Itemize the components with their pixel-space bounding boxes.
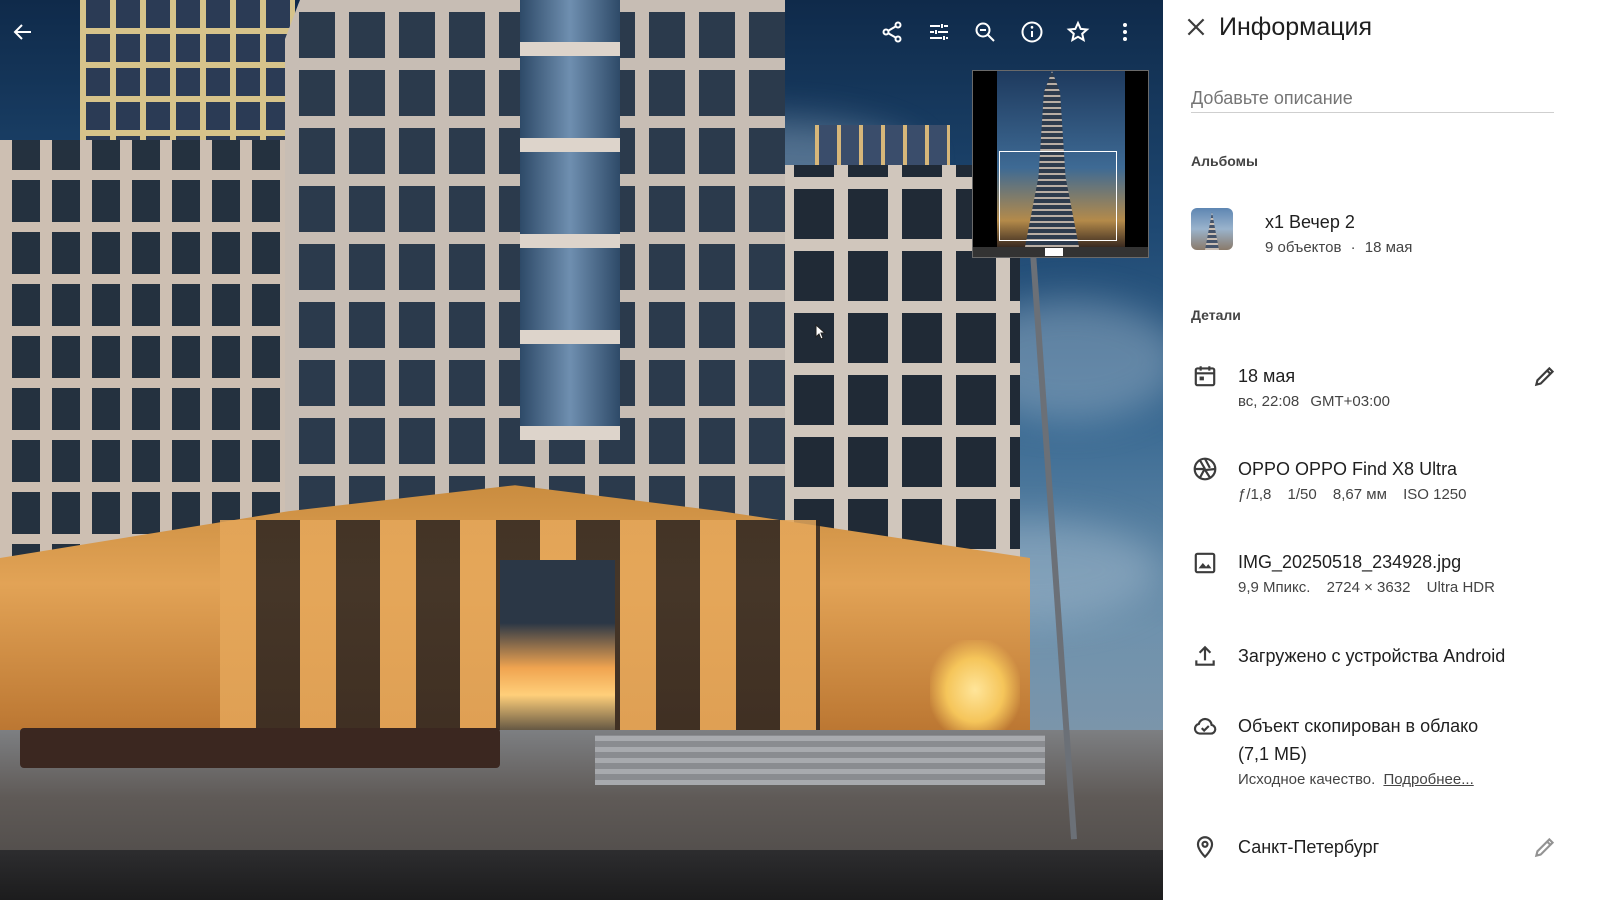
album-separator: · xyxy=(1350,239,1356,256)
photo-time: вс, 22:08 GMT+03:00 xyxy=(1238,393,1390,410)
camera-model: OPPO OPPO Find X8 Ultra xyxy=(1238,459,1458,479)
info-icon xyxy=(1021,21,1043,43)
close-icon xyxy=(1187,18,1205,36)
camera-focal-length: 8,67 мм xyxy=(1332,486,1387,503)
pencil-icon xyxy=(1534,837,1555,858)
camera-shutter: 1/50 xyxy=(1287,486,1317,503)
file-name: IMG_20250518_234928.jpg xyxy=(1238,552,1462,572)
photo-date: 18 мая xyxy=(1238,366,1296,386)
learn-more-link[interactable]: Подробнее... xyxy=(1383,771,1473,788)
location-name: Санкт-Петербург xyxy=(1238,837,1380,857)
upload-icon xyxy=(1192,643,1218,669)
flower-bed xyxy=(20,728,500,768)
share-icon xyxy=(882,21,902,43)
album-count: 9 объектов xyxy=(1265,239,1342,256)
description-input[interactable] xyxy=(1191,84,1554,113)
arrow-back-icon xyxy=(13,24,31,40)
info-panel: Информация Альбомы x1 Вечер 2 9 объектов… xyxy=(1163,0,1600,900)
photo-viewer[interactable] xyxy=(0,0,1163,900)
star-icon xyxy=(1066,20,1090,42)
photo-timezone: GMT+03:00 xyxy=(1310,393,1390,410)
album-thumbnail xyxy=(1191,208,1233,250)
aperture-icon xyxy=(1192,456,1218,482)
mouse-cursor-icon xyxy=(815,324,827,340)
album-item[interactable]: x1 Вечер 2 9 объектов · 18 мая xyxy=(1191,206,1541,260)
file-format: Ultra HDR xyxy=(1426,579,1495,596)
camera-settings: ƒ/1,8 1/50 8,67 мм ISO 1250 xyxy=(1238,486,1466,503)
cloud-done-icon xyxy=(1192,713,1218,739)
building-glass-corner xyxy=(520,0,620,440)
cloud-quality: Исходное качество. xyxy=(1238,771,1376,788)
panel-title: Информация xyxy=(1219,13,1373,41)
entrance-steps xyxy=(595,735,1045,785)
minimap-viewport[interactable] xyxy=(999,151,1117,241)
building-entrance xyxy=(500,560,615,740)
edit-adjust-icon xyxy=(930,24,948,40)
albums-heading: Альбомы xyxy=(1191,153,1258,169)
file-info: 9,9 Мпикс. 2724 × 3632 Ultra HDR xyxy=(1238,579,1495,596)
upload-source: Загружено с устройства Android xyxy=(1238,646,1506,666)
cloud-quality-line: Исходное качество. Подробнее... xyxy=(1238,771,1474,788)
cloud-status: Объект скопирован в облако xyxy=(1238,716,1479,736)
camera-aperture: ƒ/1,8 xyxy=(1238,486,1272,503)
lamp-glow xyxy=(930,640,1020,740)
zoom-minimap[interactable] xyxy=(972,70,1149,258)
details-heading: Детали xyxy=(1191,307,1241,323)
zoom-out-icon xyxy=(975,22,995,42)
location-pin-icon xyxy=(1192,834,1218,860)
back-button[interactable] xyxy=(5,14,41,50)
more-vert-icon xyxy=(1123,23,1127,41)
favorite-button[interactable] xyxy=(1060,14,1096,50)
road xyxy=(0,850,1163,900)
camera-iso: ISO 1250 xyxy=(1403,486,1467,503)
edit-location-button[interactable] xyxy=(1532,834,1558,860)
edit-button[interactable] xyxy=(921,14,957,50)
more-options-button[interactable] xyxy=(1107,14,1143,50)
cloud-size: (7,1 МБ) xyxy=(1238,744,1307,764)
pencil-icon xyxy=(1534,366,1555,387)
album-date: 18 мая xyxy=(1364,239,1413,256)
album-meta: 9 объектов · 18 мая xyxy=(1265,239,1412,256)
album-name: x1 Вечер 2 xyxy=(1265,212,1355,232)
photo-weekday-time: вс, 22:08 xyxy=(1238,393,1300,410)
album-thumbnail-tower xyxy=(1205,212,1219,250)
file-resolution: 2724 × 3632 xyxy=(1326,579,1411,596)
minimap-scroll-thumb[interactable] xyxy=(1045,248,1063,256)
file-megapixels: 9,9 Мпикс. xyxy=(1238,579,1311,596)
calendar-icon xyxy=(1192,363,1218,389)
image-icon xyxy=(1192,550,1218,576)
close-info-button[interactable] xyxy=(1183,14,1209,40)
edit-date-button[interactable] xyxy=(1532,363,1558,389)
share-button[interactable] xyxy=(874,14,910,50)
zoom-out-button[interactable] xyxy=(967,14,1003,50)
info-button[interactable] xyxy=(1014,14,1050,50)
